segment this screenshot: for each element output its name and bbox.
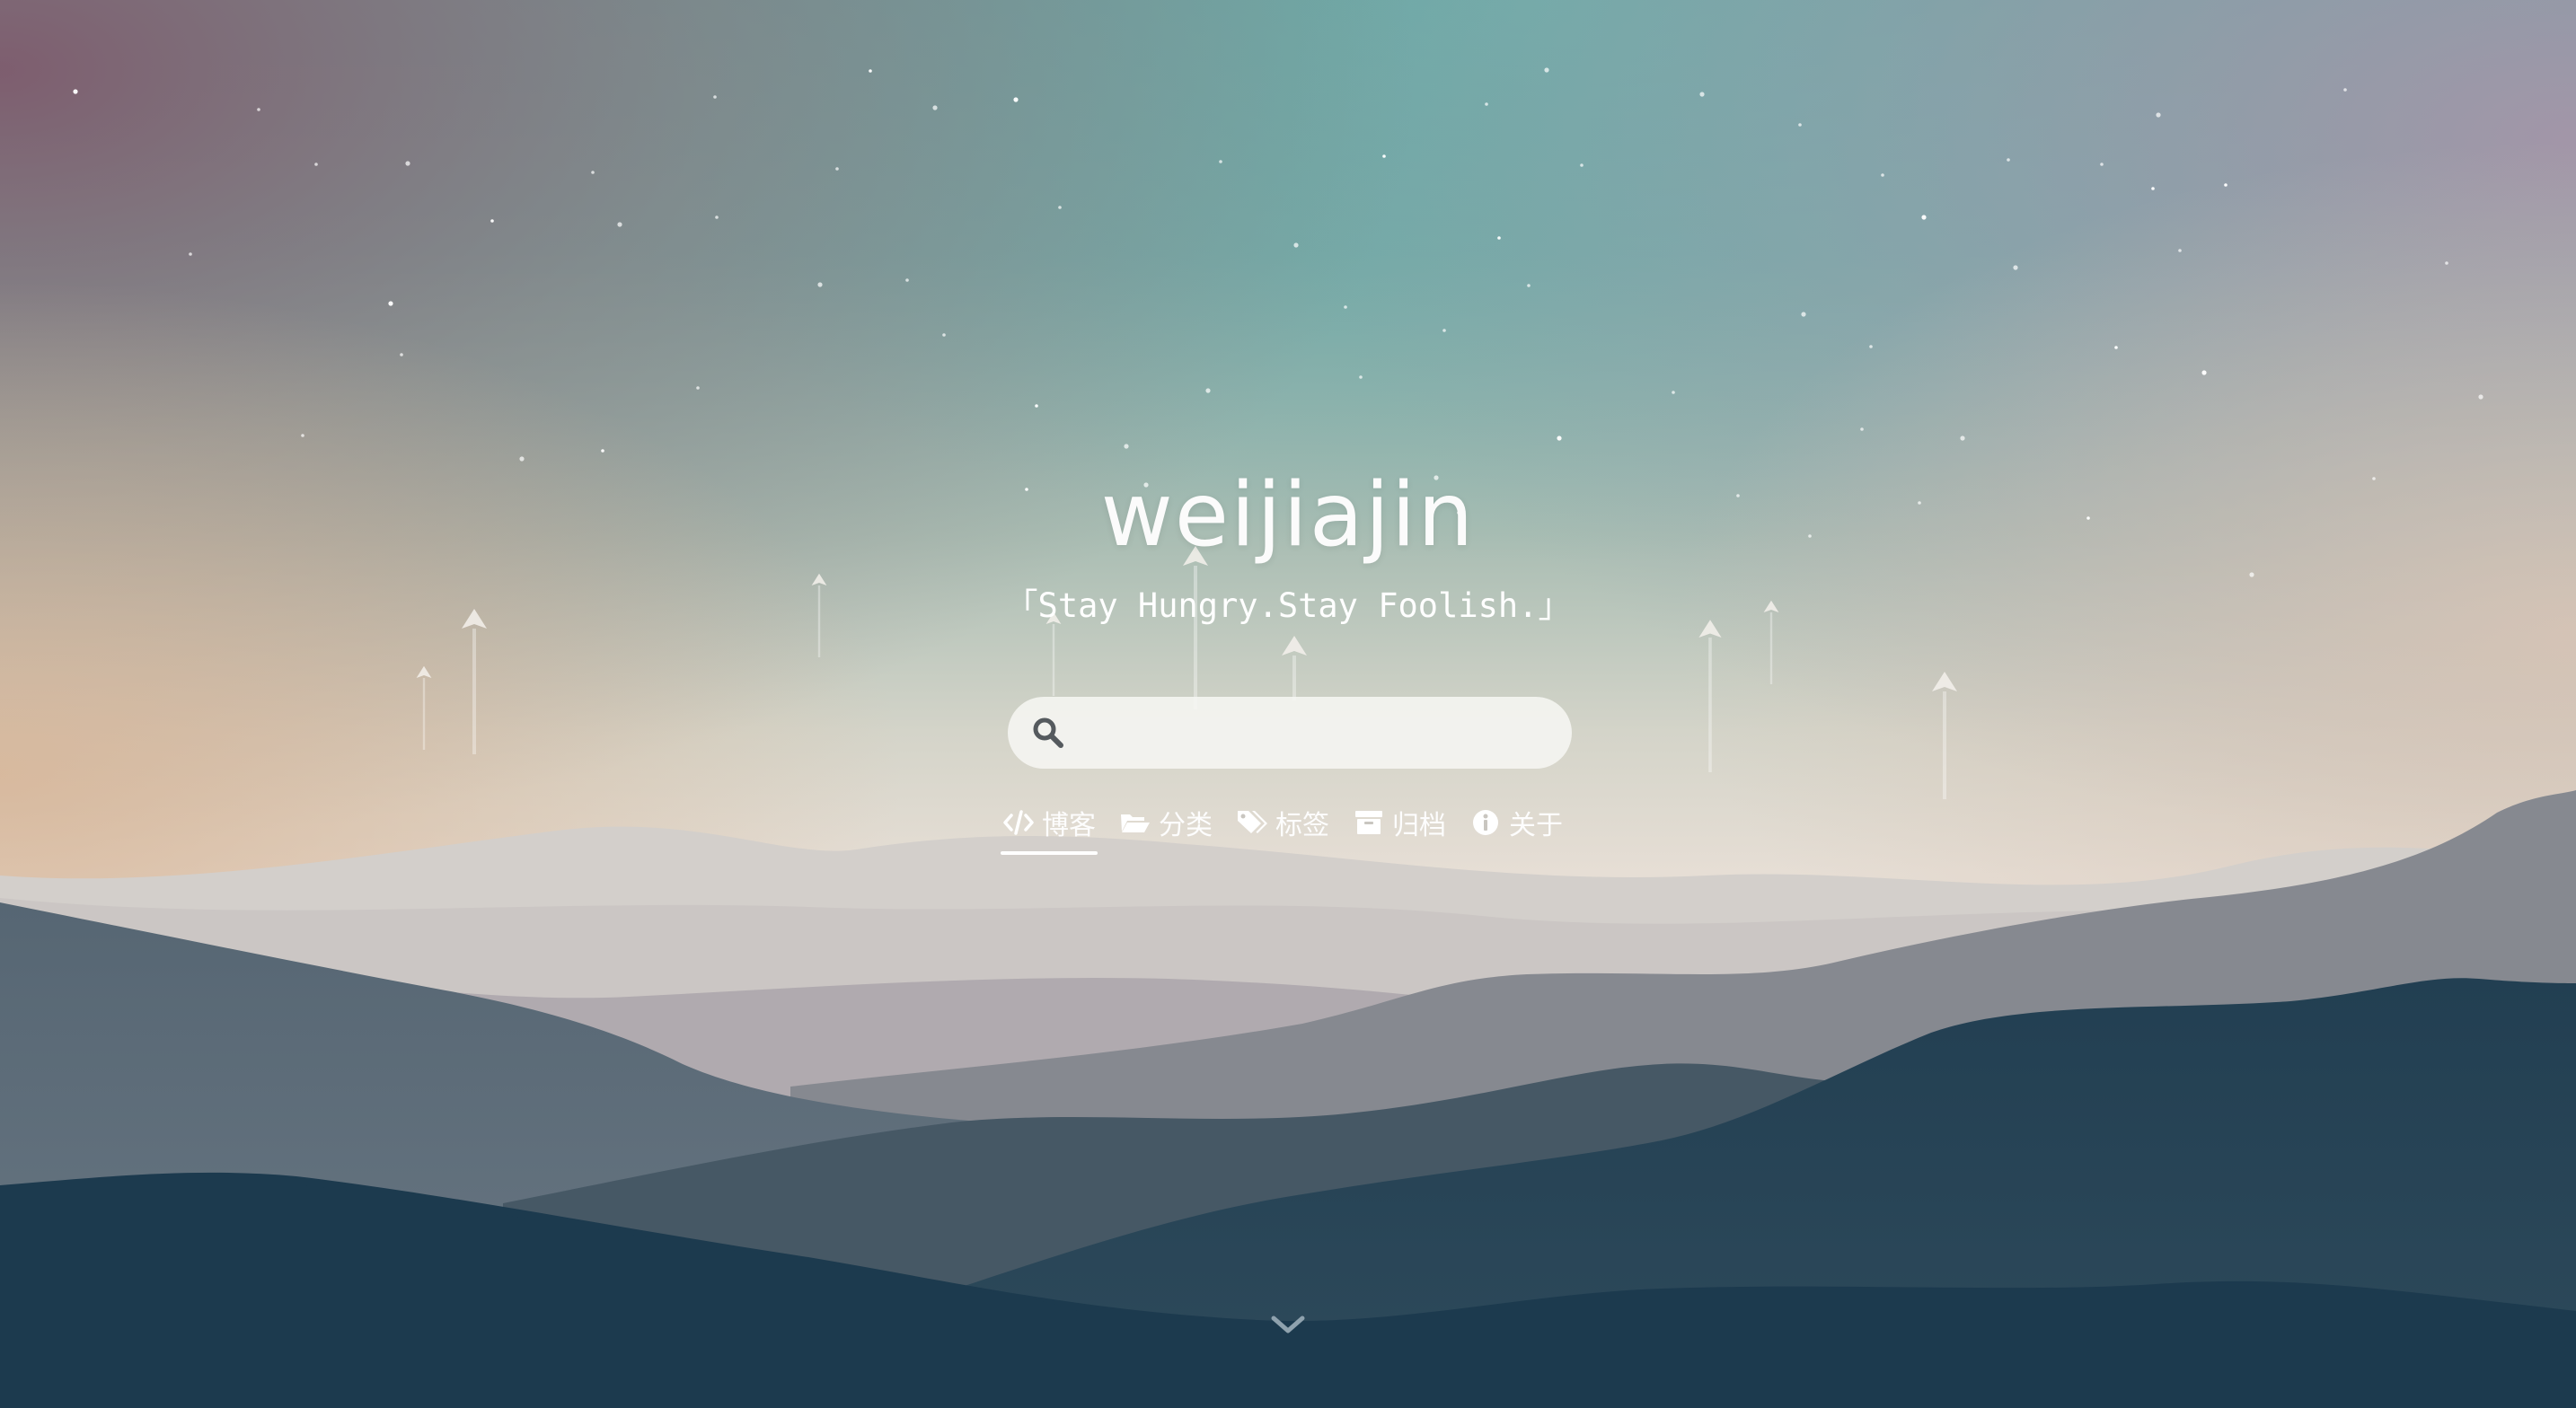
search-input[interactable] — [1080, 706, 1550, 761]
site-subtitle: 「Stay Hungry.Stay Foolish.」 — [1004, 586, 1572, 625]
nav-item-categories[interactable]: 分类 — [1114, 801, 1218, 844]
info-circle-icon — [1473, 810, 1498, 835]
nav-label-about: 关于 — [1509, 810, 1563, 841]
folder-open-icon — [1121, 814, 1150, 832]
nav-label-categories: 分类 — [1159, 810, 1213, 841]
nav-item-blog[interactable]: 博客 — [997, 801, 1101, 855]
nav-label-tags: 标签 — [1275, 810, 1329, 841]
search-box[interactable] — [1008, 697, 1572, 769]
code-icon — [1003, 810, 1034, 835]
nav-item-tags[interactable]: 标签 — [1231, 801, 1335, 844]
nav-label-blog: 博客 — [1042, 810, 1096, 841]
nav-item-archives[interactable]: 归档 — [1347, 801, 1451, 844]
search-icon — [1033, 717, 1063, 748]
site-title: weijiajin — [1100, 464, 1476, 567]
chevron-down-icon[interactable] — [1268, 1311, 1308, 1338]
tags-icon — [1238, 811, 1267, 833]
archive-icon — [1355, 811, 1382, 834]
nav-item-about[interactable]: 关于 — [1464, 801, 1568, 844]
main-nav: 博客 分类 标签 归档 关于 — [997, 801, 1581, 855]
hero-banner: weijiajin 「Stay Hungry.Stay Foolish.」 博客… — [0, 0, 2576, 1408]
nav-label-archives: 归档 — [1392, 810, 1446, 841]
